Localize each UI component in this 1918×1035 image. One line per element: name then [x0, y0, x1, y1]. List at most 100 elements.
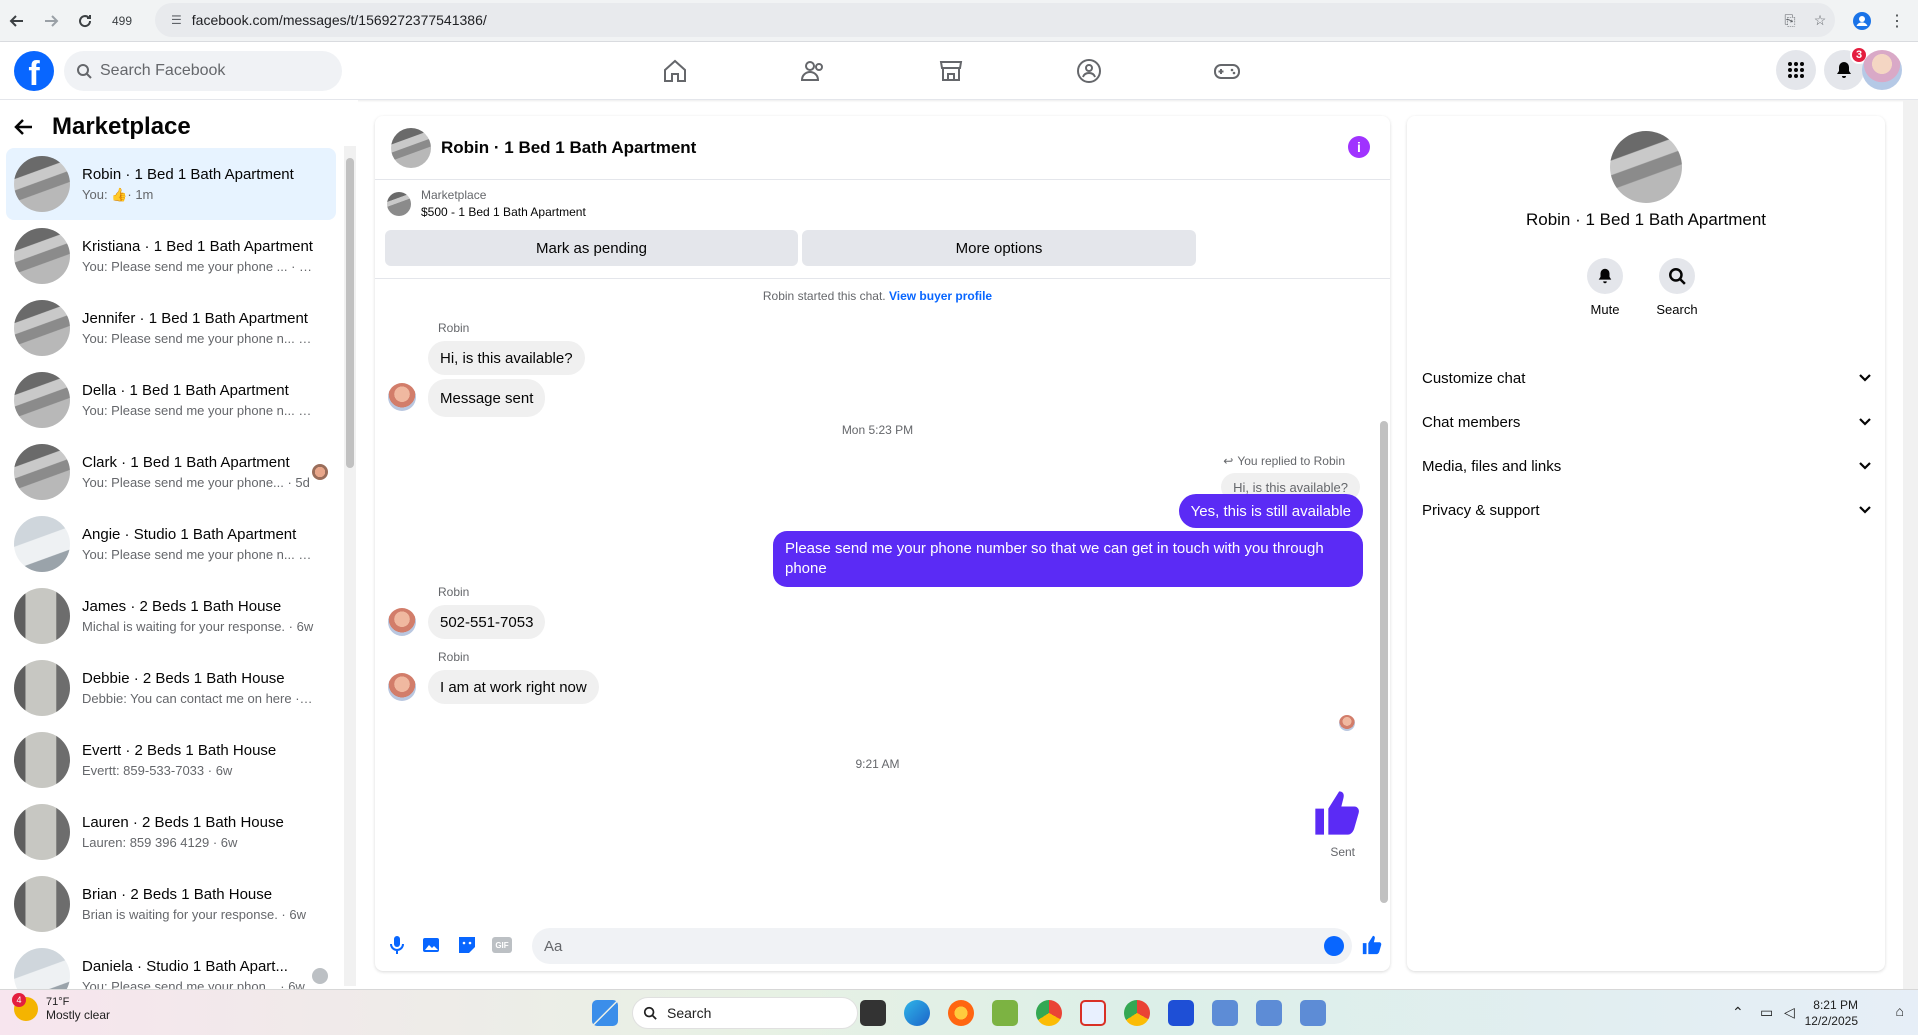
firefox-icon[interactable]: [948, 1000, 974, 1026]
facebook-logo[interactable]: f: [14, 51, 54, 91]
avatar: [14, 660, 70, 716]
info-icon[interactable]: i: [1348, 136, 1370, 158]
search-icon: [77, 64, 92, 79]
app-icon[interactable]: [1256, 1000, 1282, 1026]
like-send-icon[interactable]: [1360, 933, 1384, 957]
snipping-tool-icon[interactable]: [1080, 1000, 1106, 1026]
back-arrow-icon[interactable]: [14, 117, 34, 137]
home-icon[interactable]: [660, 56, 690, 86]
bookmark-star-icon[interactable]: ☆: [1805, 12, 1835, 29]
incoming-message[interactable]: 502-551-7053: [428, 605, 546, 639]
site-settings-icon[interactable]: ☰: [171, 13, 182, 27]
app-icon[interactable]: [1212, 1000, 1238, 1026]
media-files-links-row[interactable]: Media, files and links: [1422, 444, 1872, 488]
chat-header: Robin · 1 Bed 1 Bath Apartment i: [375, 116, 1390, 180]
photo-icon[interactable]: [420, 933, 444, 957]
conversation-item[interactable]: Robin · 1 Bed 1 Bath Apartment You: 👍· 1…: [6, 148, 336, 220]
gaming-icon[interactable]: [1212, 56, 1242, 86]
reload-icon[interactable]: [68, 4, 102, 38]
install-app-icon[interactable]: ⎘: [1775, 12, 1805, 29]
windows-start-icon[interactable]: [592, 1000, 618, 1026]
app-icon[interactable]: [1300, 1000, 1326, 1026]
conversation-item[interactable]: James · 2 Beds 1 Bath House Michal is wai…: [6, 580, 336, 652]
page-scrollbar[interactable]: [1903, 100, 1918, 989]
incoming-message[interactable]: Message sent: [428, 379, 546, 417]
robin-avatar[interactable]: [388, 383, 416, 411]
incoming-message[interactable]: Hi, is this available?: [428, 341, 585, 375]
tray-chevron-icon[interactable]: ⌃: [1732, 1004, 1744, 1021]
conversation-item[interactable]: Jennifer · 1 Bed 1 Bath Apartment You: Pl…: [6, 292, 336, 364]
conversation-preview: You: Please send me your phone n... · 5w: [82, 547, 314, 562]
sticker-icon[interactable]: [455, 933, 479, 957]
conversation-preview: Michal is waiting for your response. · 6…: [82, 619, 314, 634]
chat-members-row[interactable]: Chat members: [1422, 400, 1872, 444]
robin-avatar[interactable]: [388, 673, 416, 701]
emoji-icon[interactable]: [1324, 936, 1344, 956]
system-clock[interactable]: 8:21 PM 12/2/2025: [1805, 997, 1858, 1029]
outgoing-message[interactable]: Yes, this is still available: [1178, 494, 1363, 528]
friends-icon[interactable]: [798, 56, 828, 86]
conversation-item[interactable]: Della · 1 Bed 1 Bath Apartment You: Pleas…: [6, 364, 336, 436]
facebook-search-input[interactable]: Search Facebook: [64, 51, 342, 91]
address-bar[interactable]: ☰ facebook.com/messages/t/15692723775413…: [155, 3, 1835, 37]
avatar: [14, 588, 70, 644]
marketplace-icon[interactable]: [936, 56, 966, 86]
chat-panel: Robin · 1 Bed 1 Bath Apartment i Marketp…: [375, 116, 1390, 971]
weather-widget[interactable]: 4 71°F Mostly clear: [12, 993, 111, 1022]
chevron-down-icon: [1859, 418, 1871, 426]
privacy-support-row[interactable]: Privacy & support: [1422, 488, 1872, 532]
conversation-item[interactable]: Angie · Studio 1 Bath Apartment You: Plea…: [6, 508, 336, 580]
forward-icon[interactable]: [34, 4, 68, 38]
outgoing-message[interactable]: Please send me your phone number so that…: [773, 531, 1363, 587]
customize-chat-row[interactable]: Customize chat: [1422, 356, 1872, 400]
conversation-item[interactable]: Brian · 2 Beds 1 Bath House Brian is wait…: [6, 868, 336, 940]
conversation-item[interactable]: Daniela · Studio 1 Bath Apart... You: Ple…: [6, 940, 336, 989]
avatar: [14, 372, 70, 428]
taskbar-search[interactable]: Search: [632, 997, 858, 1029]
network-icon[interactable]: ▭: [1760, 1004, 1773, 1021]
conversation-item[interactable]: Debbie · 2 Beds 1 Bath House Debbie: You …: [6, 652, 336, 724]
avatar: [14, 300, 70, 356]
volume-icon[interactable]: ◁: [1784, 1004, 1795, 1021]
message-input[interactable]: Aa: [532, 928, 1352, 964]
menu-grid-icon[interactable]: [1776, 50, 1816, 90]
microphone-icon[interactable]: [385, 933, 409, 957]
gif-icon[interactable]: GIF: [490, 933, 514, 957]
more-options-button[interactable]: More options: [802, 230, 1196, 266]
sent-status: Sent: [1330, 845, 1355, 859]
details-avatar[interactable]: [1610, 131, 1682, 203]
thread-scrollbar[interactable]: [1378, 283, 1390, 917]
bitwarden-icon[interactable]: [1168, 1000, 1194, 1026]
conversation-item[interactable]: Clark · 1 Bed 1 Bath Apartment You: Pleas…: [6, 436, 336, 508]
chat-title[interactable]: Robin · 1 Bed 1 Bath Apartment: [441, 138, 696, 158]
incoming-message[interactable]: I am at work right now: [428, 670, 599, 704]
task-view-icon[interactable]: [860, 1000, 886, 1026]
search-in-chat-button[interactable]: Search: [1647, 258, 1707, 317]
notification-center-icon[interactable]: ⌂: [1896, 1003, 1904, 1019]
listing-title: $500 - 1 Bed 1 Bath Apartment: [421, 205, 586, 219]
view-buyer-profile-link[interactable]: View buyer profile: [889, 289, 992, 303]
weather-description: Mostly clear: [46, 1008, 111, 1022]
edge-icon[interactable]: [904, 1000, 930, 1026]
conversation-item[interactable]: Lauren · 2 Beds 1 Bath House Lauren: 859 …: [6, 796, 336, 868]
listing-info[interactable]: Marketplace $500 - 1 Bed 1 Bath Apartmen…: [387, 188, 586, 219]
mark-as-pending-button[interactable]: Mark as pending: [385, 230, 798, 266]
conversation-item[interactable]: Evertt · 2 Beds 1 Bath House Evertt: 859-…: [6, 724, 336, 796]
robin-avatar[interactable]: [388, 608, 416, 636]
conversation-item[interactable]: Kristiana · 1 Bed 1 Bath Apartment You: P…: [6, 220, 336, 292]
notifications-bell-icon[interactable]: 3: [1824, 46, 1868, 90]
sent-like-icon[interactable]: [1311, 787, 1363, 839]
mute-button[interactable]: Mute: [1575, 258, 1635, 317]
account-avatar[interactable]: [1862, 50, 1902, 90]
profile-icon[interactable]: [1846, 5, 1878, 37]
groups-icon[interactable]: [1074, 56, 1104, 86]
notes-app-icon[interactable]: [992, 1000, 1018, 1026]
menu-icon[interactable]: ⋮: [1880, 4, 1914, 38]
chrome-icon[interactable]: [1036, 1000, 1062, 1026]
chrome-profile-icon[interactable]: [1124, 1000, 1150, 1026]
conversation-scrollbar[interactable]: [344, 146, 356, 986]
conversation-title: Daniela · Studio 1 Bath Apart...: [82, 958, 288, 975]
back-icon[interactable]: [0, 4, 34, 38]
tab-count[interactable]: 499: [102, 14, 142, 28]
chat-avatar[interactable]: [391, 127, 431, 168]
